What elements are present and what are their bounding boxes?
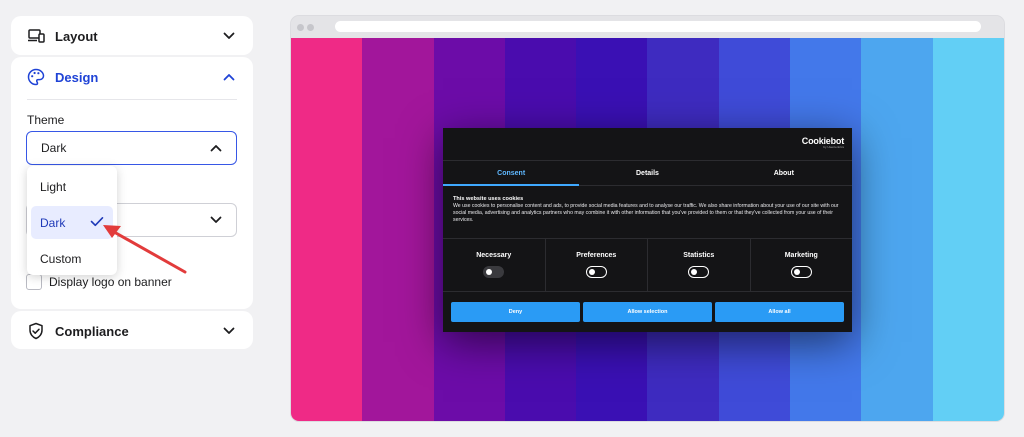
cookiebot-logo: Cookiebot by Usercentrics	[802, 136, 844, 149]
category-statistics: Statistics	[648, 239, 751, 291]
tab-about[interactable]: About	[716, 161, 852, 185]
background-stripe	[362, 38, 434, 421]
compliance-section-header[interactable]: Compliance	[11, 311, 253, 351]
chevron-down-icon[interactable]	[223, 325, 235, 337]
chevron-down-icon	[210, 213, 222, 227]
display-logo-label: Display logo on banner	[49, 275, 172, 289]
address-bar	[335, 21, 981, 32]
window-dot	[297, 23, 304, 31]
category-necessary: Necessary	[443, 239, 546, 291]
statistics-toggle[interactable]	[688, 266, 710, 278]
preferences-toggle[interactable]	[585, 266, 607, 278]
banner-buttons: Deny Allow selection Allow all	[451, 302, 844, 322]
category-label: Necessary	[476, 252, 512, 259]
section-divider	[27, 99, 237, 100]
display-logo-checkbox[interactable]	[26, 274, 42, 290]
background-stripe	[861, 38, 933, 421]
design-section-header[interactable]: Design	[11, 57, 253, 97]
theme-option-label: Dark	[40, 215, 66, 230]
browser-toolbar	[291, 16, 1004, 38]
layout-section[interactable]: Layout	[11, 16, 253, 55]
devices-icon	[27, 27, 45, 45]
design-section-title: Design	[55, 69, 99, 85]
marketing-toggle[interactable]	[790, 266, 812, 278]
consent-categories: Necessary Preferences Statistics Marketi…	[443, 238, 852, 292]
palette-icon	[27, 68, 45, 86]
banner-heading: This website uses cookies	[453, 196, 524, 202]
cookie-banner: Cookiebot by Usercentrics Consent Detail…	[443, 128, 852, 332]
compliance-section[interactable]: Compliance	[11, 311, 253, 349]
shield-check-icon	[27, 322, 45, 340]
banner-tabs: Consent Details About	[443, 160, 852, 186]
chevron-up-icon	[210, 141, 222, 155]
necessary-toggle	[483, 266, 505, 278]
theme-select-value: Dark	[41, 141, 67, 155]
deny-button[interactable]: Deny	[451, 302, 580, 322]
browser-preview: Cookiebot by Usercentrics Consent Detail…	[291, 16, 1004, 421]
category-label: Marketing	[784, 252, 818, 259]
chevron-up-icon[interactable]	[223, 71, 235, 83]
background-stripe	[932, 38, 1004, 421]
banner-description: We use cookies to personalise content an…	[453, 203, 839, 223]
display-logo-option[interactable]: Display logo on banner	[26, 274, 172, 290]
layout-section-title: Layout	[55, 28, 98, 44]
category-label: Preferences	[576, 252, 617, 259]
theme-select[interactable]: Dark	[26, 131, 237, 165]
theme-label: Theme	[27, 113, 65, 127]
category-preferences: Preferences	[546, 239, 648, 291]
annotation-arrow-icon	[103, 225, 187, 274]
banner-body: This website uses cookies We use cookies…	[453, 196, 843, 224]
window-dot	[307, 23, 314, 31]
layout-section-header[interactable]: Layout	[11, 16, 253, 56]
tab-details[interactable]: Details	[579, 161, 715, 185]
theme-option-label: Light	[40, 179, 67, 194]
tab-consent[interactable]: Consent	[443, 161, 580, 186]
compliance-section-title: Compliance	[55, 323, 129, 339]
allow-all-button[interactable]: Allow all	[715, 302, 844, 322]
chevron-down-icon[interactable]	[223, 30, 235, 42]
allow-selection-button[interactable]: Allow selection	[583, 302, 712, 322]
category-marketing: Marketing	[751, 239, 853, 291]
category-label: Statistics	[683, 252, 715, 259]
background-stripe	[291, 38, 363, 421]
theme-option-light[interactable]: Light	[31, 170, 113, 203]
